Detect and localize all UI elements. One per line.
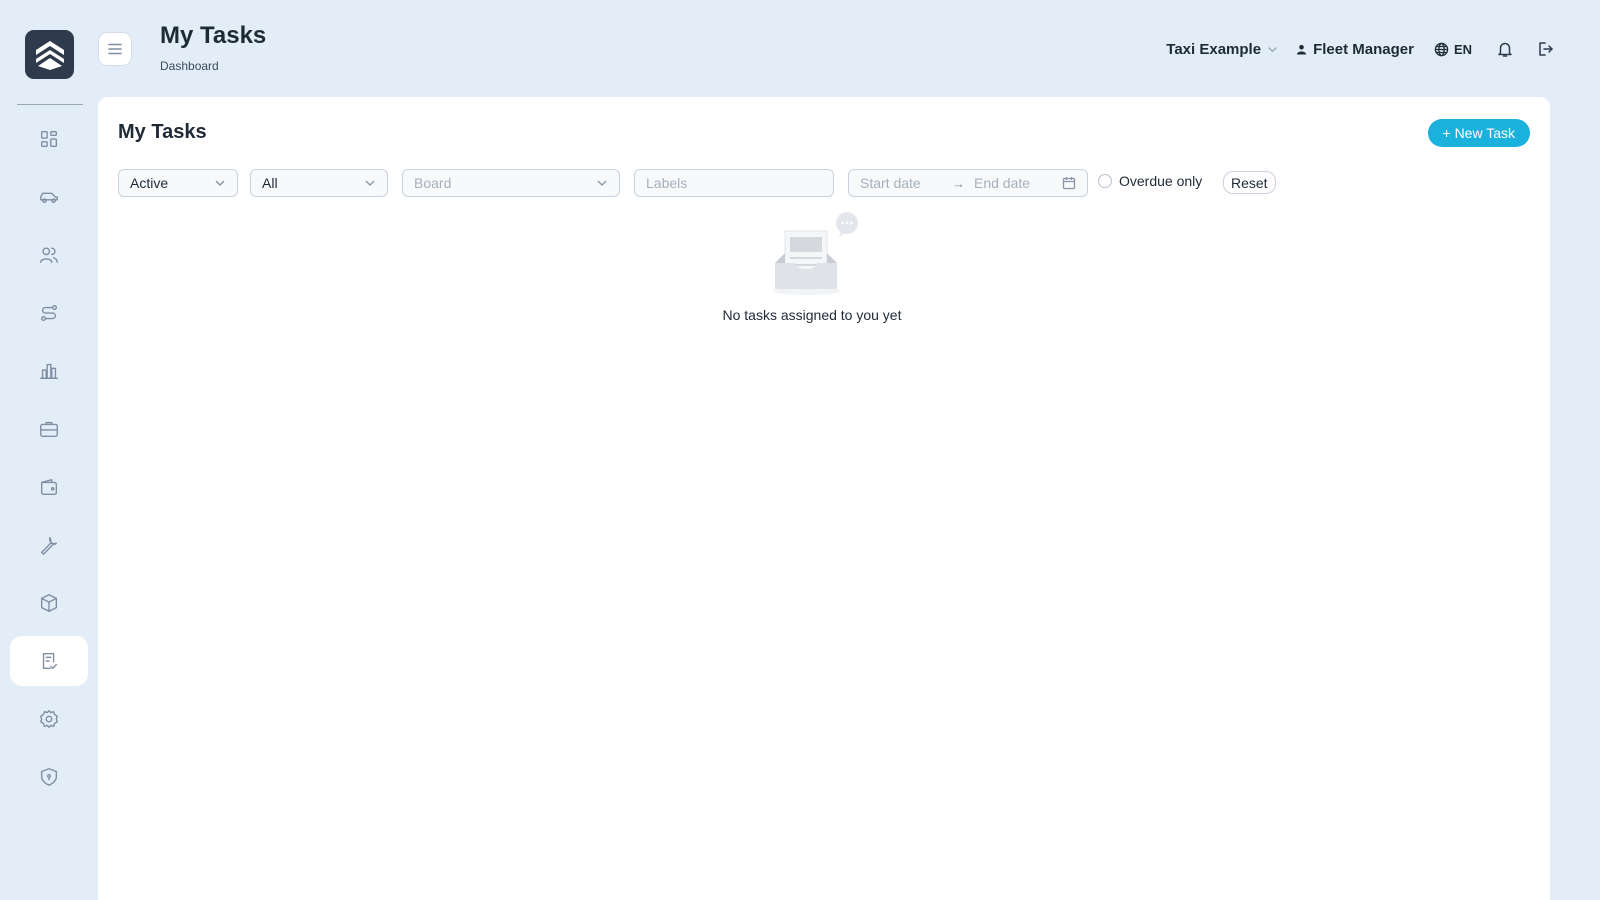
scope-select-value: All (262, 175, 278, 191)
board-select[interactable]: Board (402, 169, 620, 197)
app-logo[interactable] (25, 30, 74, 79)
briefcase-icon (40, 421, 58, 438)
breadcrumb[interactable]: Dashboard (160, 59, 219, 73)
settings-icon (40, 710, 58, 728)
arrow-right-icon: → (952, 175, 965, 191)
hamburger-icon (108, 43, 122, 55)
labels-input[interactable]: Labels (634, 169, 834, 197)
empty-state-message: No tasks assigned to you yet (722, 307, 902, 323)
wallet-icon (40, 478, 58, 496)
sidebar-item-business[interactable] (10, 404, 88, 454)
sidebar-item-security[interactable] (10, 752, 88, 802)
chevron-down-icon (1268, 46, 1277, 52)
calendar-icon (1062, 177, 1076, 190)
shield-icon (40, 768, 58, 786)
date-range-picker[interactable]: Start date → End date (848, 169, 1088, 197)
sidebar-item-wallet[interactable] (10, 462, 88, 512)
status-select-value: Active (130, 175, 169, 191)
logout-button[interactable] (1536, 40, 1554, 58)
route-icon (40, 304, 58, 322)
sidebar-item-reports[interactable] (10, 346, 88, 396)
reset-button[interactable]: Reset (1223, 171, 1276, 194)
wrench-icon (40, 536, 58, 555)
sidebar-item-my-tasks[interactable] (10, 636, 88, 686)
new-task-button[interactable]: + New Task (1427, 119, 1530, 147)
company-name: Taxi Example (1166, 40, 1262, 58)
empty-state: No tasks assigned to you yet (98, 211, 1526, 323)
scope-select[interactable]: All (250, 169, 388, 197)
board-select-placeholder: Board (414, 175, 452, 191)
sidebar-item-dashboard[interactable] (10, 114, 88, 164)
user-icon (1296, 44, 1307, 55)
sidebar-item-users[interactable] (10, 230, 88, 280)
dashboard-icon (40, 130, 58, 148)
car-icon (40, 192, 58, 204)
start-date-placeholder[interactable]: Start date (860, 175, 952, 191)
sidebar-item-settings[interactable] (10, 694, 88, 744)
language-selector[interactable]: EN (1434, 42, 1472, 57)
chevron-down-icon (365, 180, 375, 186)
package-icon (40, 594, 58, 612)
main-card: My Tasks + New Task Active All Board Lab… (98, 97, 1550, 900)
language-code: EN (1453, 41, 1472, 57)
status-select[interactable]: Active (118, 169, 238, 197)
empty-inbox-illustration-icon (773, 212, 858, 295)
logo-chevrons-icon (35, 40, 64, 70)
end-date-placeholder[interactable]: End date (974, 175, 1062, 191)
sidebar-item-routes[interactable] (10, 288, 88, 338)
overdue-only-radio[interactable] (1098, 174, 1112, 188)
users-icon (40, 247, 58, 264)
page-title: My Tasks (160, 22, 267, 49)
chevron-down-icon (215, 180, 225, 186)
notifications-button[interactable] (1496, 40, 1514, 58)
menu-toggle-button[interactable] (98, 32, 132, 66)
bell-icon (1498, 42, 1512, 57)
overdue-only-label: Overdue only (1119, 173, 1203, 189)
sidebar-item-inventory[interactable] (10, 578, 88, 628)
sidebar-item-maintenance[interactable] (10, 520, 88, 570)
logout-icon (1539, 42, 1553, 56)
user-menu[interactable]: Fleet Manager (1296, 41, 1414, 58)
labels-input-placeholder: Labels (646, 175, 688, 191)
sidebar-divider (17, 104, 83, 105)
company-selector[interactable]: Taxi Example (1166, 41, 1278, 58)
sidebar (0, 0, 98, 900)
bar-chart-icon (40, 363, 58, 380)
user-name: Fleet Manager (1313, 40, 1414, 58)
overdue-only-toggle[interactable]: Overdue only (1098, 173, 1202, 189)
sidebar-item-vehicles[interactable] (10, 172, 88, 222)
chevron-down-icon (597, 180, 607, 186)
section-title: My Tasks (118, 121, 207, 143)
task-checklist-icon (42, 652, 58, 670)
header-toolbar: Taxi Example Fleet Manager EN (1166, 38, 1554, 60)
globe-icon (1434, 42, 1449, 56)
